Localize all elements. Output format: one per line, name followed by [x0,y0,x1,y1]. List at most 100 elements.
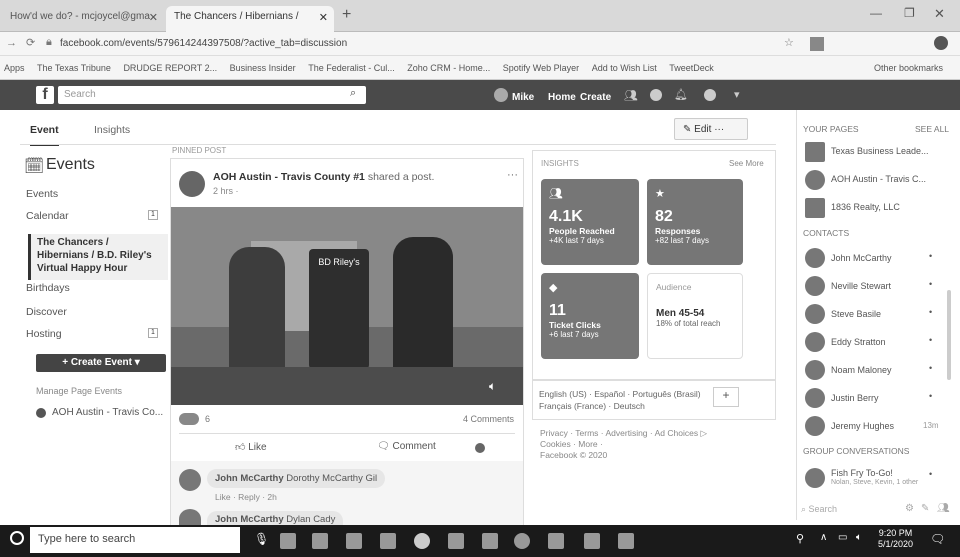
bookmark-texas-tribune[interactable]: The Texas Tribune [37,56,111,79]
bookmark-apps[interactable]: Apps [4,56,25,79]
app-icon[interactable] [548,533,564,549]
comment-button[interactable]: 🗨︎ Comment [377,441,436,452]
facebook-logo-icon[interactable]: f [36,86,54,104]
post-author[interactable]: AOH Austin - Travis County #1 [213,171,365,183]
url-field[interactable]: facebook.com/events/579614244397508/?act… [60,38,347,49]
edit-button[interactable]: ✎ Edit ··· [674,118,748,140]
search-icon[interactable] [10,531,24,545]
chrome-icon[interactable] [414,533,430,549]
bookmark-drudge[interactable]: DRUDGE REPORT 2... [123,56,217,79]
like-button[interactable]: 👍︎ Like [235,441,267,453]
profile-link[interactable]: Mike [512,92,534,103]
avatar[interactable] [494,88,508,102]
app-icon[interactable] [618,533,634,549]
new-tab-icon[interactable]: + [342,6,351,24]
minimize-icon[interactable]: — [870,6,882,20]
see-more-link[interactable]: See More [729,159,764,168]
new-group-icon[interactable]: 👥︎ [937,503,950,514]
see-all-link[interactable]: SEE ALL [915,124,949,134]
chat-search-input[interactable]: ⌕ Search [801,504,837,515]
store-icon[interactable] [346,533,362,549]
post-time[interactable]: 2 hrs · [213,186,239,196]
back-icon[interactable]: → [6,37,17,49]
languages-line1[interactable]: English (US) · Español · Português (Bras… [539,389,701,399]
scrollbar[interactable] [947,290,951,380]
volume-icon[interactable]: 🔈︎ [856,532,862,543]
avatar[interactable] [179,171,205,197]
restore-icon[interactable]: ❐ [904,6,915,20]
reaction-count[interactable]: 6 [205,414,210,424]
ticket-clicks-card[interactable]: ◆ 11 Ticket Clicks +6 last 7 days [541,273,639,359]
footer-line2[interactable]: Cookies · More · [540,439,707,450]
people-icon[interactable]: ⚲ [796,532,804,545]
reload-icon[interactable]: ⟳ [26,36,35,49]
more-options-icon[interactable]: ··· [714,124,724,135]
internet-explorer-icon[interactable] [482,533,498,549]
window-close-icon[interactable]: ✕ [934,6,945,22]
messenger-icon[interactable] [650,89,662,101]
bookmark-federalist[interactable]: The Federalist - Cul... [308,56,395,79]
page-link[interactable]: AOH Austin - Travis Co... [52,407,163,418]
tab-survey[interactable]: How'd we do? - mcjoycel@gma ✕ [2,6,164,32]
chevron-down-icon[interactable]: ▾ [734,88,740,101]
audience-card[interactable]: Audience Men 45-54 18% of total reach [647,273,743,359]
search-input[interactable]: Search [58,86,366,104]
comment-label: Comment [392,441,436,452]
pinned-label: PINNED POST [172,146,227,155]
taskbar-search-input[interactable]: Type here to search [30,527,240,553]
sidebar-item-discover[interactable]: Discover [26,306,67,318]
extension-icon[interactable] [810,37,824,51]
bookmark-zoho[interactable]: Zoho CRM - Home... [407,56,490,79]
clock[interactable]: 9:20 PM 5/1/2020 [878,528,913,550]
close-icon[interactable]: ✕ [319,11,328,24]
post-video[interactable]: BD Riley's 🔈︎ [171,207,523,405]
comment-count[interactable]: 4 Comments [463,414,514,424]
bookmark-tweetdeck[interactable]: TweetDeck [669,56,714,79]
notifications-icon[interactable]: 🔔︎ [674,88,688,101]
avatar[interactable] [179,469,201,491]
bookmark-wishlist[interactable]: Add to Wish List [592,56,657,79]
notification-center-icon[interactable]: 🗨︎ [930,532,945,546]
languages-line2[interactable]: Français (France) · Deutsch [539,401,645,411]
close-icon[interactable]: ✕ [149,11,158,24]
create-link[interactable]: Create [580,92,611,103]
add-language-button[interactable]: + [713,387,739,407]
comment-author[interactable]: John McCarthy [215,514,284,525]
new-message-icon[interactable]: ✎ [921,503,929,514]
home-link[interactable]: Home [548,92,576,103]
gear-icon[interactable]: ⚙ [905,503,914,514]
chevron-up-icon[interactable]: ∧ [820,532,827,543]
comment-meta[interactable]: Like · Reply · 2h [215,492,277,502]
bookmark-business-insider[interactable]: Business Insider [230,56,296,79]
help-icon[interactable] [704,89,716,101]
task-view-icon[interactable] [280,533,296,549]
star-icon[interactable]: ☆ [784,36,794,49]
reactions-icon[interactable] [179,413,199,425]
battery-icon[interactable]: ▭ [838,532,847,543]
teams-icon[interactable] [584,533,600,549]
spotify-icon[interactable] [514,533,530,549]
comment-author[interactable]: John McCarthy [215,473,284,484]
more-options-icon[interactable]: ··· [507,169,518,181]
sidebar-item-hosting[interactable]: Hosting [26,328,62,340]
volume-icon[interactable]: 🔈︎ [489,379,496,394]
sidebar-item-birthdays[interactable]: Birthdays [26,282,70,294]
friends-icon[interactable]: 👥︎ [624,89,638,102]
microphone-icon[interactable]: 🎙︎ [254,532,269,546]
profile-icon[interactable] [934,36,948,50]
create-event-button[interactable]: + Create Event ▾ [36,354,166,372]
responses-card[interactable]: ★ 82 Responses +82 last 7 days [647,179,743,265]
audience-selector-icon[interactable] [475,443,485,453]
photos-icon[interactable] [448,533,464,549]
bookmark-other[interactable]: Other bookmarks [874,56,943,79]
sidebar-item-events[interactable]: Events [26,188,58,200]
footer-line1[interactable]: Privacy · Terms · Advertising · Ad Choic… [540,428,707,439]
people-reached-card[interactable]: 👥︎ 4.1K People Reached +4K last 7 days [541,179,639,265]
tab-event[interactable]: The Chancers / Hibernians / ✕ [166,6,334,32]
edge-icon[interactable] [312,533,328,549]
sidebar-item-calendar[interactable]: Calendar [26,210,69,222]
mail-icon[interactable] [380,533,396,549]
bookmark-spotify[interactable]: Spotify Web Player [503,56,579,79]
selected-event-item[interactable]: The Chancers / Hibernians / B.D. Riley's… [28,234,168,280]
search-icon[interactable]: ⌕ [350,87,356,100]
